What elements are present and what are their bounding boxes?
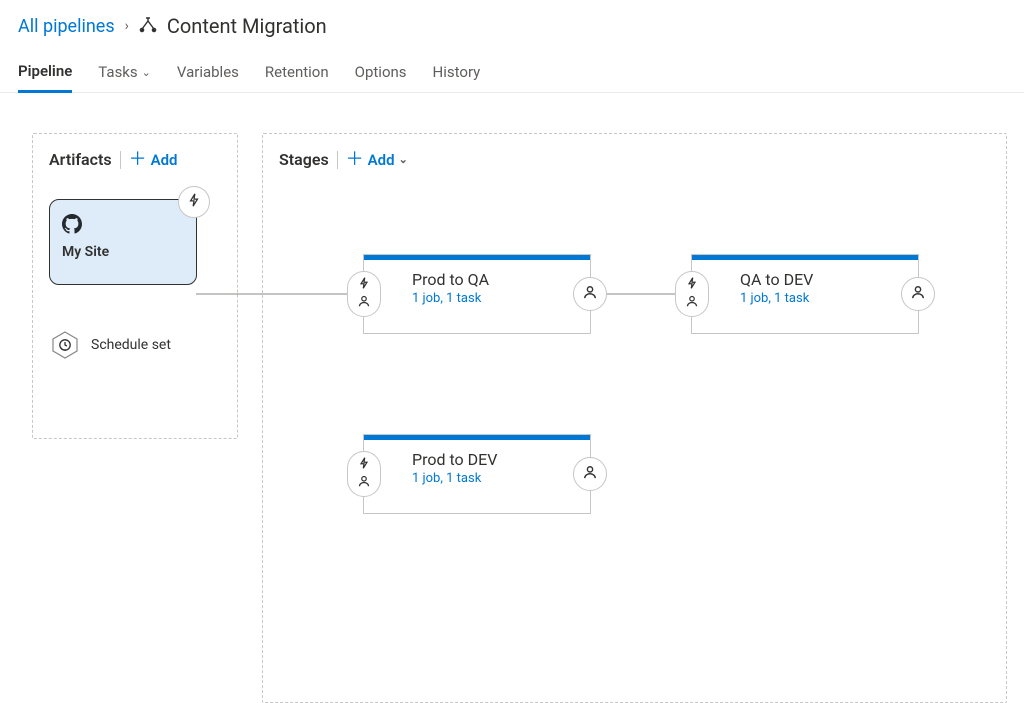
- stage-name: Prod to QA: [412, 270, 574, 289]
- tab-history[interactable]: History: [433, 56, 481, 92]
- tab-tasks-label: Tasks: [98, 63, 137, 81]
- artifacts-heading: Artifacts: [49, 150, 112, 169]
- pipeline-icon: [139, 17, 157, 35]
- stage-pre-conditions-button[interactable]: [675, 271, 709, 317]
- tab-options[interactable]: Options: [355, 56, 407, 92]
- stage-name: Prod to DEV: [412, 450, 574, 469]
- schedule-label: Schedule set: [91, 337, 171, 354]
- stage-post-conditions-button[interactable]: [901, 277, 935, 311]
- lightning-icon: [686, 277, 698, 293]
- chevron-right-icon: ›: [125, 18, 129, 34]
- stage-pre-conditions-button[interactable]: [347, 271, 381, 317]
- tab-tasks[interactable]: Tasks ⌄: [98, 56, 151, 92]
- plus-icon: ＋: [346, 151, 364, 169]
- stage-pre-conditions-button[interactable]: [347, 451, 381, 497]
- stages-header: Stages ＋ Add ⌄: [279, 150, 990, 169]
- github-icon: [62, 222, 82, 238]
- stage-card-prod-to-qa[interactable]: Prod to QA 1 job, 1 task: [363, 254, 591, 334]
- stage-card-prod-to-dev[interactable]: Prod to DEV 1 job, 1 task: [363, 434, 591, 514]
- person-icon: [358, 295, 370, 311]
- lightning-icon: [187, 193, 201, 211]
- add-artifact-label: Add: [151, 151, 178, 169]
- lightning-icon: [358, 277, 370, 293]
- person-icon: [911, 285, 925, 303]
- add-artifact-button[interactable]: ＋ Add: [129, 151, 178, 169]
- artifact-card[interactable]: My Site: [49, 199, 197, 285]
- page-title: Content Migration: [167, 14, 327, 38]
- chevron-down-icon: ⌄: [142, 66, 151, 79]
- stage-detail-link[interactable]: 1 job, 1 task: [412, 291, 574, 306]
- chevron-down-icon: ⌄: [399, 153, 408, 166]
- tab-pipeline[interactable]: Pipeline: [18, 56, 72, 93]
- breadcrumb: All pipelines › Content Migration: [0, 0, 1024, 44]
- divider: [337, 151, 338, 169]
- lightning-icon: [358, 457, 370, 473]
- artifact-name: My Site: [62, 244, 184, 260]
- tabs: Pipeline Tasks ⌄ Variables Retention Opt…: [0, 44, 1024, 93]
- stage-detail-link[interactable]: 1 job, 1 task: [740, 291, 902, 306]
- stage-post-conditions-button[interactable]: [573, 277, 607, 311]
- stages-heading: Stages: [279, 150, 329, 169]
- tab-retention[interactable]: Retention: [265, 56, 329, 92]
- stage-card-qa-to-dev[interactable]: QA to DEV 1 job, 1 task: [691, 254, 919, 334]
- artifacts-panel: Artifacts ＋ Add My Site Schedule set: [32, 133, 238, 439]
- stages-panel: Stages ＋ Add ⌄ Prod to QA 1 job, 1 task: [262, 133, 1007, 703]
- add-stage-button[interactable]: ＋ Add ⌄: [346, 151, 408, 169]
- schedule-row[interactable]: Schedule set: [49, 331, 221, 359]
- pipeline-canvas: Artifacts ＋ Add My Site Schedule set: [0, 93, 1024, 623]
- person-icon: [358, 475, 370, 491]
- person-icon: [686, 295, 698, 311]
- tab-variables[interactable]: Variables: [177, 56, 239, 92]
- person-icon: [583, 285, 597, 303]
- plus-icon: ＋: [129, 151, 147, 169]
- add-stage-label: Add: [368, 151, 395, 169]
- stage-post-conditions-button[interactable]: [573, 457, 607, 491]
- divider: [120, 151, 121, 169]
- person-icon: [583, 465, 597, 483]
- artifacts-header: Artifacts ＋ Add: [49, 150, 221, 169]
- breadcrumb-root-link[interactable]: All pipelines: [18, 16, 115, 37]
- stage-detail-link[interactable]: 1 job, 1 task: [412, 471, 574, 486]
- artifact-trigger-button[interactable]: [178, 186, 210, 218]
- stage-name: QA to DEV: [740, 270, 902, 289]
- schedule-icon: [49, 331, 81, 359]
